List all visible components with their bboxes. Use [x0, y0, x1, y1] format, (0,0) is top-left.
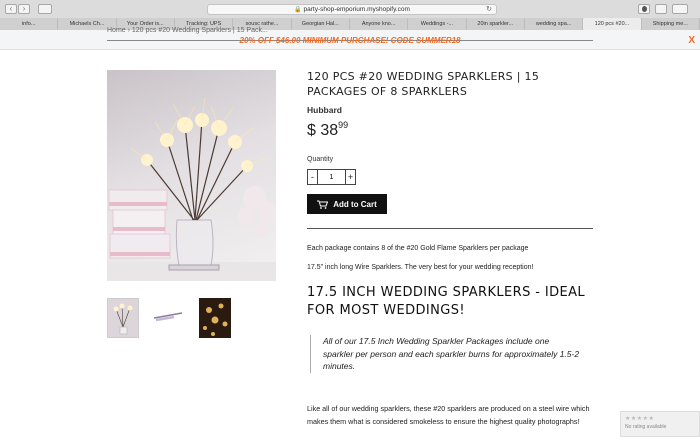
description-line-1: Each package contains 8 of the #20 Gold … — [307, 245, 529, 252]
rating-text: No rating available — [625, 424, 667, 430]
product-thumbnail-1[interactable] — [107, 298, 139, 338]
browser-tab[interactable]: Georgian Hal... — [291, 18, 350, 30]
back-button[interactable]: ‹ — [5, 4, 17, 14]
quantity-input[interactable] — [317, 170, 346, 184]
tab-bar: info... Michaels Ch... Your Order is... Tra… — [0, 18, 700, 30]
tabs-overview-icon[interactable] — [672, 4, 688, 14]
description-line-2: 17.5" inch long Wire Sparklers. The very… — [307, 264, 534, 271]
browser-tab[interactable]: info... — [0, 18, 59, 30]
price-whole: 38 — [320, 122, 339, 139]
price-currency: $ — [307, 122, 321, 139]
section-divider — [307, 228, 593, 229]
cart-icon — [317, 200, 329, 209]
address-bar[interactable]: 🔒 party-shop-emporium.myshopify.com ↻ — [207, 4, 497, 15]
product-main-image[interactable] — [107, 70, 276, 281]
add-to-cart-label: Add to Cart — [333, 199, 377, 209]
browser-tab[interactable]: 120 pcs #20... — [583, 18, 642, 30]
product-title: 120 PCS #20 WEDDING SPARKLERS | 15 PACKA… — [307, 70, 540, 98]
browser-tab[interactable]: Weddings -... — [408, 18, 467, 30]
breadcrumb[interactable]: Home › 120 pcs #20 Wedding Sparklers | 1… — [107, 27, 268, 34]
promo-close-button[interactable]: X — [688, 35, 695, 46]
description-heading: 17.5 INCH WEDDING SPARKLERS - IDEAL FOR … — [307, 285, 586, 318]
promo-text: 20% OFF $46.00 MINIMUM PURCHASE! CODE SU… — [239, 36, 461, 45]
product-thumbnail-3[interactable] — [199, 298, 231, 338]
browser-tab[interactable]: 20in sparkler... — [466, 18, 525, 30]
lock-icon: 🔒 — [294, 7, 302, 13]
add-to-cart-button[interactable]: Add to Cart — [307, 194, 387, 214]
product-vendor[interactable]: Hubbard — [307, 105, 342, 115]
browser-tab[interactable]: wedding spa... — [524, 18, 584, 30]
forward-button[interactable]: › — [18, 4, 30, 14]
browser-toolbar: ‹ › 🔒 party-shop-emporium.myshopify.com ↻… — [0, 0, 700, 30]
description-quote: All of our 17.5 Inch Wedding Sparkler Pa… — [310, 335, 580, 373]
quantity-increase-button[interactable]: + — [346, 170, 355, 184]
url-text: party-shop-emporium.myshopify.com — [303, 6, 410, 13]
product-price: $ 3899 — [307, 120, 348, 140]
quantity-stepper: - + — [307, 169, 356, 185]
quantity-decrease-button[interactable]: - — [308, 170, 317, 184]
sidebar-icon[interactable] — [38, 4, 52, 14]
reload-icon[interactable]: ↻ — [486, 5, 492, 15]
download-icon[interactable] — [638, 4, 650, 14]
price-cents: 99 — [338, 120, 349, 130]
rating-stars: ★★★★★ — [625, 416, 655, 422]
browser-tab[interactable]: Anyone kno... — [349, 18, 409, 30]
quantity-label: Quantity — [307, 156, 334, 163]
promo-banner: Home › 120 pcs #20 Wedding Sparklers | 1… — [0, 27, 700, 50]
description-paragraph: Like all of our wedding sparklers, these… — [307, 404, 590, 426]
share-icon[interactable] — [655, 4, 667, 14]
browser-tab[interactable]: Shipping me... — [641, 18, 700, 30]
rating-widget[interactable]: ★★★★★ No rating available — [620, 411, 700, 437]
product-thumbnail-2[interactable] — [152, 298, 184, 338]
